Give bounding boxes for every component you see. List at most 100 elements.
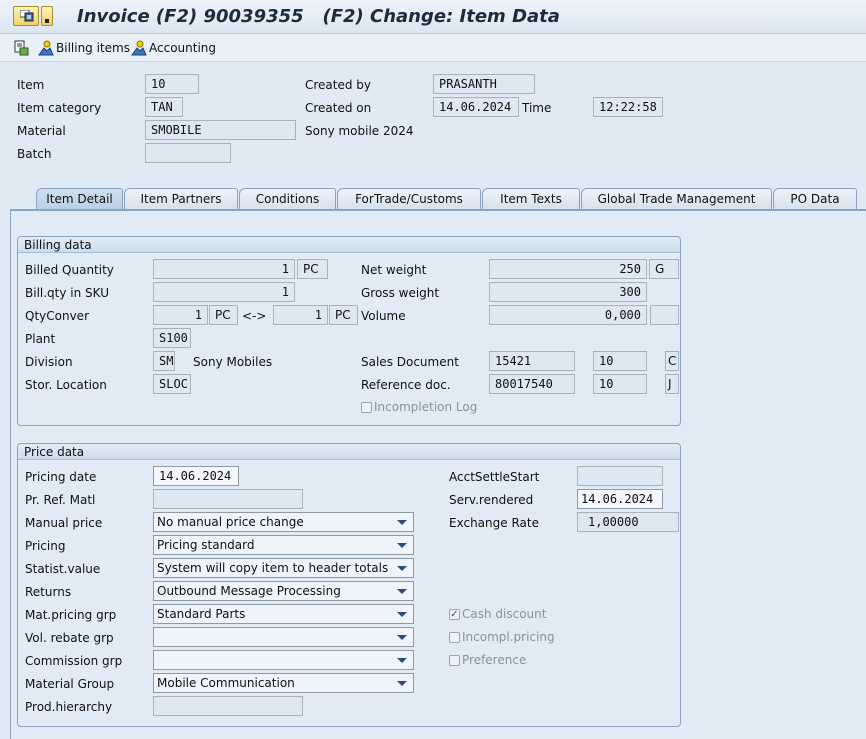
- batch-field[interactable]: [145, 143, 231, 163]
- tab-global-trade-management[interactable]: Global Trade Management: [581, 188, 772, 210]
- acct-settle-start-field[interactable]: [577, 466, 663, 486]
- item-label: Item: [17, 78, 45, 92]
- incompletion-log-label: Incompletion Log: [374, 400, 478, 414]
- material-group-label: Material Group: [25, 677, 115, 691]
- commission-grp-dropdown[interactable]: [153, 650, 414, 670]
- preference-checkbox[interactable]: Preference: [449, 653, 526, 667]
- material-group-dropdown[interactable]: Mobile Communication: [153, 673, 414, 693]
- mat-pricing-grp-dropdown[interactable]: Standard Parts: [153, 604, 414, 624]
- statist-value-value: System will copy item to header totals: [157, 561, 389, 575]
- division-field[interactable]: SM: [153, 351, 175, 371]
- volume-field[interactable]: 0,000: [489, 305, 647, 325]
- division-label: Division: [25, 355, 73, 369]
- prod-hierarchy-field[interactable]: [153, 696, 303, 716]
- qty-conversion-separator: <->: [242, 309, 267, 323]
- tab-conditions[interactable]: Conditions: [239, 188, 336, 210]
- time-field[interactable]: 12:22:58: [593, 97, 663, 117]
- billed-quantity-field[interactable]: 1: [153, 259, 295, 279]
- returns-value: Outbound Message Processing: [157, 584, 341, 598]
- exchange-rate-field[interactable]: 1,00000: [577, 512, 679, 532]
- pr-ref-matl-label: Pr. Ref. Matl: [25, 493, 96, 507]
- bill-qty-sku-field[interactable]: 1: [153, 282, 295, 302]
- manual-price-dropdown[interactable]: No manual price change: [153, 512, 414, 532]
- reference-doc-field[interactable]: 80017540: [489, 374, 575, 394]
- mat-pricing-grp-value: Standard Parts: [157, 607, 246, 621]
- created-by-field[interactable]: PRASANTH: [433, 74, 535, 94]
- tab-item-partners[interactable]: Item Partners: [124, 188, 238, 210]
- chevron-down-icon: [397, 635, 407, 640]
- title-bar: Invoice (F2) 90039355 (F2) Change: Item …: [0, 0, 866, 34]
- display-document-button[interactable]: [14, 40, 32, 56]
- created-on-field[interactable]: 14.06.2024: [433, 97, 519, 117]
- pricing-date-field[interactable]: 14.06.2024: [153, 466, 239, 486]
- material-description: Sony mobile 2024: [305, 124, 414, 138]
- chevron-down-icon: [397, 658, 407, 663]
- gross-weight-field[interactable]: 300: [489, 282, 647, 302]
- cash-discount-checkbox[interactable]: ✓ Cash discount: [449, 607, 546, 621]
- pr-ref-matl-field[interactable]: [153, 489, 303, 509]
- gross-weight-label: Gross weight: [361, 286, 440, 300]
- vol-rebate-grp-dropdown[interactable]: [153, 627, 414, 647]
- billing-items-button[interactable]: Billing items: [38, 40, 130, 56]
- preference-label: Preference: [462, 653, 527, 667]
- tab-po-data[interactable]: PO Data: [773, 188, 857, 210]
- tab-item-texts[interactable]: Item Texts: [482, 188, 580, 210]
- statist-value-dropdown[interactable]: System will copy item to header totals: [153, 558, 414, 578]
- vol-rebate-grp-label: Vol. rebate grp: [25, 631, 114, 645]
- accounting-button[interactable]: Accounting: [131, 40, 216, 56]
- sales-document-item-field[interactable]: 10: [593, 351, 647, 371]
- plant-label: Plant: [25, 332, 56, 346]
- sales-document-field[interactable]: 15421: [489, 351, 575, 371]
- net-weight-unit[interactable]: G: [649, 259, 679, 279]
- item-category-label: Item category: [17, 101, 102, 115]
- system-menu-dropdown[interactable]: [41, 6, 53, 26]
- prod-hierarchy-label: Prod.hierarchy: [25, 700, 113, 714]
- tab-strip: Item Detail Item Partners Conditions For…: [0, 188, 866, 210]
- plant-field[interactable]: S100: [153, 328, 191, 348]
- tab-fortrade-customs[interactable]: ForTrade/Customs: [337, 188, 481, 210]
- serv-rendered-field[interactable]: 14.06.2024: [577, 489, 663, 509]
- item-field[interactable]: 10: [145, 74, 199, 94]
- incompl-pricing-checkbox[interactable]: Incompl.pricing: [449, 630, 555, 644]
- commission-grp-label: Commission grp: [25, 654, 123, 668]
- created-on-label: Created on: [305, 101, 372, 115]
- accounting-icon: [131, 40, 147, 56]
- cash-discount-label: Cash discount: [462, 607, 547, 621]
- qty-conversion-denominator[interactable]: 1: [273, 305, 328, 325]
- material-field[interactable]: SMOBILE: [145, 120, 296, 140]
- chevron-down-icon: [397, 589, 407, 594]
- pricing-label: Pricing: [25, 539, 66, 553]
- returns-dropdown[interactable]: Outbound Message Processing: [153, 581, 414, 601]
- qty-conversion-label: QtyConver: [25, 309, 89, 323]
- chevron-down-icon: [397, 566, 407, 571]
- reference-doc-label: Reference doc.: [361, 378, 451, 392]
- item-category-field[interactable]: TAN: [145, 97, 183, 117]
- billing-items-icon: [38, 40, 54, 56]
- incompletion-log-checkbox[interactable]: Incompletion Log: [361, 400, 477, 414]
- net-weight-field[interactable]: 250: [489, 259, 647, 279]
- qty-conversion-denominator-unit[interactable]: PC: [329, 305, 358, 325]
- manual-price-value: No manual price change: [157, 515, 304, 529]
- pricing-dropdown[interactable]: Pricing standard: [153, 535, 414, 555]
- returns-label: Returns: [25, 585, 72, 599]
- chevron-down-icon: [397, 681, 407, 686]
- bill-qty-sku-label: Bill.qty in SKU: [25, 286, 109, 300]
- billing-data-title: Billing data: [18, 237, 680, 253]
- storage-location-field[interactable]: SLOC: [153, 374, 191, 394]
- batch-label: Batch: [17, 147, 52, 161]
- billed-quantity-unit[interactable]: PC: [297, 259, 328, 279]
- storage-location-label: Stor. Location: [25, 378, 107, 392]
- tab-item-detail[interactable]: Item Detail: [36, 188, 123, 210]
- sales-document-category-field[interactable]: C: [665, 351, 679, 371]
- system-menu-button[interactable]: [13, 6, 39, 26]
- checkbox-icon: [361, 401, 372, 413]
- volume-unit[interactable]: [650, 305, 679, 325]
- reference-doc-item-field[interactable]: 10: [593, 374, 647, 394]
- statist-value-label: Statist.value: [25, 562, 101, 576]
- qty-conversion-numerator-unit[interactable]: PC: [209, 305, 238, 325]
- qty-conversion-numerator[interactable]: 1: [153, 305, 208, 325]
- sap-menu-icon: [20, 10, 34, 22]
- reference-doc-category-field[interactable]: J: [665, 374, 679, 394]
- checkbox-icon: [449, 631, 460, 643]
- chevron-down-icon: [397, 612, 407, 617]
